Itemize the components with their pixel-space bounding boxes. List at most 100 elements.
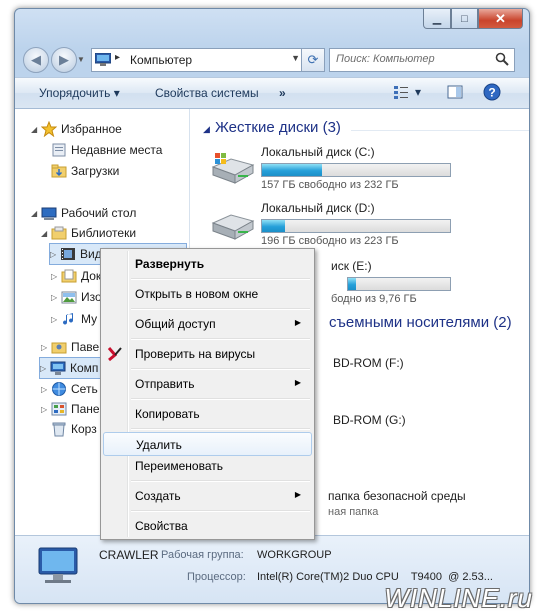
submenu-arrow-icon: ▶ (294, 490, 301, 499)
nav-trash[interactable]: Корз (51, 419, 97, 439)
drive-name: Локальный диск (D:) (261, 201, 375, 215)
menu-item-rename[interactable]: Переименовать (103, 454, 310, 478)
more-commands-button[interactable]: » (279, 86, 286, 100)
expand-arrow-icon[interactable]: ▷ (51, 293, 61, 302)
nav-label: Недавние места (71, 143, 163, 157)
view-options-icon[interactable] (393, 84, 409, 100)
address-location[interactable]: Компьютер (130, 53, 192, 67)
navigation-bar: ◀ ▶ ▼ ▸ Компьютер ▼ ⟳ Поиск: Компьютер (15, 43, 529, 75)
nav-label: Избранное (61, 122, 122, 136)
nav-music[interactable]: ▷ Му (51, 309, 97, 329)
search-box[interactable]: Поиск: Компьютер (329, 48, 515, 72)
expand-arrow-icon[interactable]: ▷ (51, 272, 61, 281)
minimize-button[interactable]: ▁ (423, 9, 451, 29)
antivirus-icon (107, 347, 122, 362)
view-dropdown-icon[interactable]: ▾ (415, 85, 421, 99)
removable-header[interactable]: съемными носителями (2) (329, 314, 512, 331)
address-bar[interactable]: ▸ Компьютер ▼ (91, 48, 305, 72)
menu-item-create[interactable]: Создать ▶ (103, 484, 310, 508)
drive-usage-bar (261, 219, 451, 233)
dvd-drive-f[interactable]: BD-ROM (F:) (333, 356, 404, 370)
drive-item[interactable]: Локальный диск (C:) 157 ГБ свободно из 2… (209, 145, 529, 195)
refresh-button[interactable]: ⟳ (301, 48, 325, 72)
nav-label: Сеть (71, 382, 98, 396)
expand-arrow-icon[interactable]: ▷ (40, 364, 50, 373)
nav-panel[interactable]: ▷ Паве (41, 337, 99, 357)
drive-usage-bar (261, 163, 451, 177)
drive-name: Локальный диск (C:) (261, 145, 375, 159)
system-properties-button[interactable]: Свойства системы (155, 86, 259, 100)
recycle-bin-icon (52, 422, 66, 437)
nav-label: Библиотеки (71, 226, 137, 240)
menu-item-properties[interactable]: Свойства (103, 514, 310, 538)
menu-item-copy[interactable]: Копировать (103, 402, 310, 426)
search-placeholder[interactable]: Поиск: Компьютер (336, 53, 435, 65)
history-dropdown-icon[interactable]: ▼ (77, 55, 85, 64)
menu-item-scan-virus[interactable]: Проверить на вирусы (103, 342, 310, 366)
nav-desktop[interactable]: ◢ Рабочий стол (31, 203, 136, 223)
expand-arrow-icon[interactable]: ▷ (50, 250, 60, 259)
drive-item[interactable]: Локальный диск (D:) 196 ГБ свободно из 2… (209, 201, 529, 251)
hard-drives-header[interactable]: Жесткие диски (3) (215, 119, 341, 136)
menu-item-label: Создать (135, 489, 181, 503)
close-button[interactable]: ✕ (478, 9, 523, 29)
group-collapse-icon[interactable]: ◢ (203, 124, 210, 135)
forward-button[interactable]: ▶ (51, 47, 77, 73)
nav-network[interactable]: ▷ Сеть (41, 379, 98, 399)
menu-separator (131, 278, 310, 280)
nav-control-panel[interactable]: ▷ Пане (41, 399, 100, 419)
menu-separator (131, 428, 310, 430)
nav-label: Пане (71, 402, 100, 416)
collapse-arrow-icon[interactable]: ◢ (41, 229, 51, 238)
menu-item-open-new-window[interactable]: Открыть в новом окне (103, 282, 310, 306)
search-icon[interactable] (495, 52, 509, 66)
menu-item-label: Свойства (135, 519, 188, 533)
nav-documents[interactable]: ▷ Док (51, 266, 101, 286)
context-menu: Развернуть Открыть в новом окне Общий до… (100, 248, 315, 540)
menu-item-label: Проверить на вирусы (135, 347, 256, 361)
address-separator[interactable]: ▸ (115, 52, 120, 63)
star-icon (41, 121, 57, 137)
address-dropdown-icon[interactable]: ▼ (291, 53, 300, 63)
menu-item-label: Открыть в новом окне (135, 287, 259, 301)
nav-images[interactable]: ▷ Изо (51, 287, 102, 307)
menu-item-label: Общий доступ (135, 317, 216, 331)
workgroup-value: WORKGROUP (257, 549, 332, 561)
organize-button[interactable]: Упорядочить ▾ (39, 86, 120, 100)
help-icon[interactable]: ? (483, 83, 501, 101)
menu-item-send-to[interactable]: Отправить ▶ (103, 372, 310, 396)
maximize-button[interactable]: □ (451, 9, 478, 29)
site-watermark: WINLINE.ru (384, 583, 533, 613)
downloads-folder-icon (51, 164, 67, 178)
expand-arrow-icon[interactable]: ▷ (41, 385, 51, 394)
collapse-arrow-icon[interactable]: ◢ (31, 209, 41, 218)
nav-libraries[interactable]: ◢ Библиотеки (41, 223, 136, 243)
back-button[interactable]: ◀ (23, 47, 49, 73)
safe-folder-item[interactable]: папка безопасной среды (328, 489, 466, 503)
nav-label: Паве (71, 340, 100, 354)
menu-item-sharing[interactable]: Общий доступ ▶ (103, 312, 310, 336)
expand-arrow-icon[interactable]: ▷ (41, 343, 51, 352)
hard-drive-icon (211, 214, 255, 240)
nav-downloads[interactable]: Загрузки (51, 161, 119, 181)
menu-item-label: Развернуть (135, 257, 205, 271)
nav-favorites[interactable]: ◢ Избранное (31, 119, 122, 139)
menu-item-delete[interactable]: Удалить (103, 432, 312, 456)
nav-recent-places[interactable]: Недавние места (51, 140, 162, 160)
submenu-arrow-icon: ▶ (294, 318, 301, 327)
network-icon (52, 382, 66, 396)
menu-item-expand[interactable]: Развернуть (103, 252, 310, 276)
collapse-arrow-icon[interactable]: ◢ (31, 125, 41, 134)
nav-label: Комп (70, 361, 99, 375)
computer-icon (95, 53, 111, 66)
expand-arrow-icon[interactable]: ▷ (41, 405, 51, 414)
drive-usage-fill (348, 278, 357, 290)
control-panel-icon (51, 402, 67, 416)
drive-name: иск (E:) (331, 259, 372, 273)
expand-arrow-icon[interactable]: ▷ (51, 315, 61, 324)
drive-free-space: бодно из 9,76 ГБ (331, 293, 417, 305)
menu-separator (131, 308, 310, 310)
drive-free-space: 196 ГБ свободно из 223 ГБ (261, 235, 399, 247)
preview-pane-icon[interactable] (447, 84, 463, 100)
dvd-drive-g[interactable]: BD-ROM (G:) (333, 413, 406, 427)
